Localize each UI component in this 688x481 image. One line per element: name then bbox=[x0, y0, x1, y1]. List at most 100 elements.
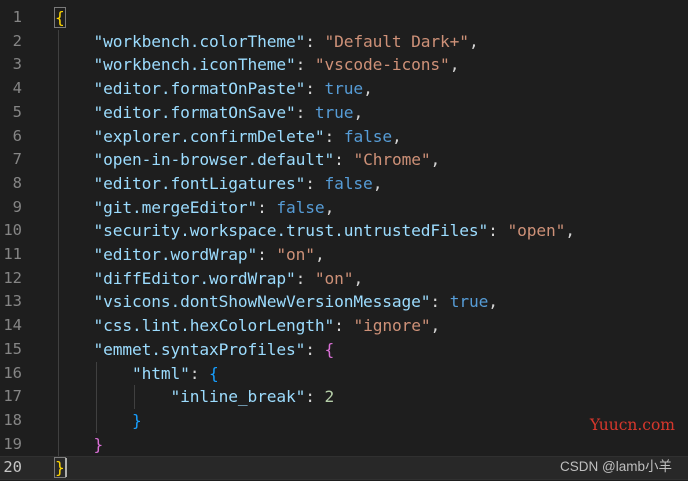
code-token: , bbox=[324, 197, 335, 217]
code-token: "editor.fontLigatures" bbox=[93, 173, 306, 193]
code-line[interactable]: 11 "editor.wordWrap": "on", bbox=[0, 243, 688, 267]
line-code: } bbox=[55, 433, 104, 457]
line-number: 15 bbox=[3, 339, 22, 358]
code-editor[interactable]: 1{2 "workbench.colorTheme": "Default Dar… bbox=[0, 0, 688, 481]
line-code: "workbench.iconTheme": "vscode-icons", bbox=[55, 53, 460, 77]
line-code: "open-in-browser.default": "Chrome", bbox=[55, 148, 441, 172]
line-number: 13 bbox=[3, 292, 22, 311]
code-line[interactable]: 3 "workbench.iconTheme": "vscode-icons", bbox=[0, 53, 688, 77]
code-token: : bbox=[305, 31, 325, 51]
code-token: : bbox=[295, 268, 315, 288]
code-token: : bbox=[305, 79, 325, 99]
code-line[interactable]: 19 } bbox=[0, 433, 688, 457]
indent-guide bbox=[134, 385, 135, 409]
indent-guide bbox=[96, 361, 97, 433]
code-token: : bbox=[430, 292, 450, 312]
code-token: "editor.formatOnPaste" bbox=[93, 79, 306, 99]
code-line[interactable]: 15 "emmet.syntaxProfiles": { bbox=[0, 338, 688, 362]
code-token: "open-in-browser.default" bbox=[93, 150, 335, 170]
code-token: : bbox=[305, 173, 325, 193]
line-number: 12 bbox=[3, 268, 22, 287]
code-line[interactable]: 5 "editor.formatOnSave": true, bbox=[0, 101, 688, 125]
line-number: 7 bbox=[12, 150, 22, 169]
code-token: "css.lint.hexColorLength" bbox=[93, 316, 335, 336]
code-token: "on" bbox=[314, 268, 354, 288]
code-line[interactable]: 14 "css.lint.hexColorLength": "ignore", bbox=[0, 314, 688, 338]
line-code: "vsicons.dontShowNewVersionMessage": tru… bbox=[55, 290, 498, 314]
code-token: "editor.formatOnSave" bbox=[93, 102, 296, 122]
code-token: , bbox=[565, 221, 575, 241]
line-code: "explorer.confirmDelete": false, bbox=[55, 125, 402, 149]
code-token: "workbench.iconTheme" bbox=[93, 55, 296, 75]
code-token: : bbox=[295, 55, 315, 75]
code-token: "Chrome" bbox=[353, 150, 431, 170]
code-token: "diffEditor.wordWrap" bbox=[93, 268, 296, 288]
code-token: "workbench.colorTheme" bbox=[93, 31, 306, 51]
code-token: : bbox=[324, 126, 344, 146]
line-number: 19 bbox=[3, 434, 22, 453]
code-token: "html" bbox=[132, 363, 190, 383]
code-line[interactable]: 6 "explorer.confirmDelete": false, bbox=[0, 125, 688, 149]
line-number: 5 bbox=[12, 102, 22, 121]
line-number: 17 bbox=[3, 387, 22, 406]
code-line[interactable]: 4 "editor.formatOnPaste": true, bbox=[0, 77, 688, 101]
code-token: { bbox=[324, 339, 335, 359]
code-token: "on" bbox=[276, 245, 315, 264]
code-token: } bbox=[93, 434, 104, 454]
line-number: 3 bbox=[12, 55, 22, 74]
code-token: "vscode-icons" bbox=[314, 55, 450, 75]
code-token: "git.mergeEditor" bbox=[93, 197, 258, 217]
code-token: , bbox=[353, 102, 364, 122]
code-line[interactable]: 17 "inline_break": 2 bbox=[0, 385, 688, 409]
code-token: "explorer.confirmDelete" bbox=[93, 126, 325, 146]
code-line[interactable]: 13 "vsicons.dontShowNewVersionMessage": … bbox=[0, 290, 688, 314]
code-token: : bbox=[257, 245, 277, 264]
line-number: 20 bbox=[3, 458, 22, 477]
line-number: 1 bbox=[12, 8, 22, 26]
code-line[interactable]: 16 "html": { bbox=[0, 362, 688, 386]
code-token: { bbox=[209, 363, 219, 383]
line-number: 14 bbox=[3, 316, 22, 335]
line-code: "security.workspace.trust.untrustedFiles… bbox=[55, 219, 575, 243]
code-token: true bbox=[324, 79, 364, 99]
code-line[interactable]: 7 "open-in-browser.default": "Chrome", bbox=[0, 148, 688, 172]
indent-guide bbox=[58, 29, 59, 457]
line-code: "diffEditor.wordWrap": "on", bbox=[55, 267, 364, 291]
code-line[interactable]: 2 "workbench.colorTheme": "Default Dark+… bbox=[0, 30, 688, 54]
line-code: "workbench.colorTheme": "Default Dark+", bbox=[55, 30, 479, 54]
code-token: : bbox=[295, 102, 315, 122]
code-line[interactable]: 12 "diffEditor.wordWrap": "on", bbox=[0, 267, 688, 291]
code-token: : bbox=[334, 150, 354, 170]
code-token: } bbox=[132, 410, 142, 430]
code-line[interactable]: 10 "security.workspace.trust.untrustedFi… bbox=[0, 219, 688, 243]
line-code: } bbox=[54, 456, 66, 480]
code-token: false bbox=[343, 126, 392, 146]
code-token: "Default Dark+" bbox=[324, 31, 470, 51]
line-code: "editor.formatOnPaste": true, bbox=[55, 77, 373, 101]
code-line[interactable]: 1{ bbox=[0, 6, 688, 30]
code-line[interactable]: 18 } bbox=[0, 409, 688, 433]
code-line[interactable]: 8 "editor.fontLigatures": false, bbox=[0, 172, 688, 196]
code-token: "editor.wordWrap" bbox=[93, 245, 258, 264]
text-cursor bbox=[65, 458, 67, 478]
code-token: , bbox=[314, 245, 325, 264]
code-token: "open" bbox=[507, 221, 566, 241]
line-number: 9 bbox=[12, 197, 22, 216]
code-token: , bbox=[430, 316, 441, 336]
code-line[interactable]: 9 "git.mergeEditor": false, bbox=[0, 196, 688, 220]
code-token: , bbox=[353, 268, 364, 288]
code-token: "inline_break" bbox=[170, 387, 306, 407]
line-code: "emmet.syntaxProfiles": { bbox=[55, 338, 335, 362]
code-token: "vsicons.dontShowNewVersionMessage" bbox=[93, 292, 431, 312]
